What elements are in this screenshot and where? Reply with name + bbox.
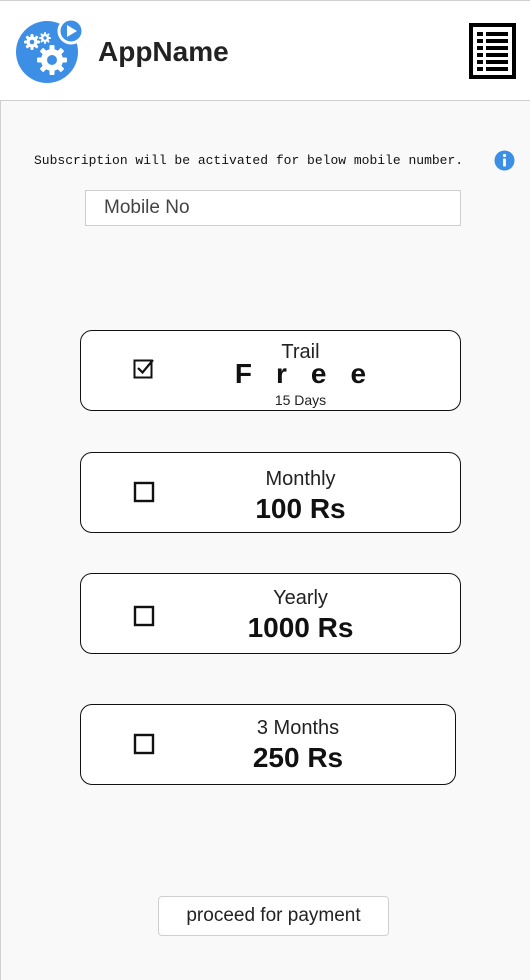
app-title: AppName bbox=[98, 36, 229, 67]
mobile-number-input[interactable] bbox=[85, 190, 461, 226]
plan-name: Yearly bbox=[273, 587, 328, 609]
plan-card-3-months[interactable]: 3 Months 250 Rs bbox=[80, 704, 456, 785]
info-icon[interactable] bbox=[494, 150, 515, 171]
app-header: AppName bbox=[0, 0, 530, 101]
plan-card-monthly[interactable]: Monthly 100 Rs bbox=[80, 452, 461, 533]
list-menu-icon[interactable] bbox=[469, 23, 516, 79]
plan-price: 100 Rs bbox=[255, 493, 346, 524]
gears-play-icon bbox=[16, 18, 83, 83]
plan-name: 3 Months bbox=[256, 717, 340, 739]
plan-duration: 15 Days bbox=[274, 392, 327, 408]
subscription-notice: Subscription will be activated for below… bbox=[34, 153, 464, 168]
plan-card-yearly[interactable]: Yearly 1000 Rs bbox=[80, 573, 461, 654]
plan-price: Free bbox=[234, 358, 391, 389]
plan-price: 1000 Rs bbox=[247, 612, 354, 643]
proceed-payment-button[interactable]: proceed for payment bbox=[158, 896, 389, 936]
plan-card-trail[interactable]: Trail Free 15 Days bbox=[80, 330, 461, 411]
plan-name: Monthly bbox=[265, 468, 336, 490]
plan-price: 250 Rs bbox=[252, 742, 344, 773]
